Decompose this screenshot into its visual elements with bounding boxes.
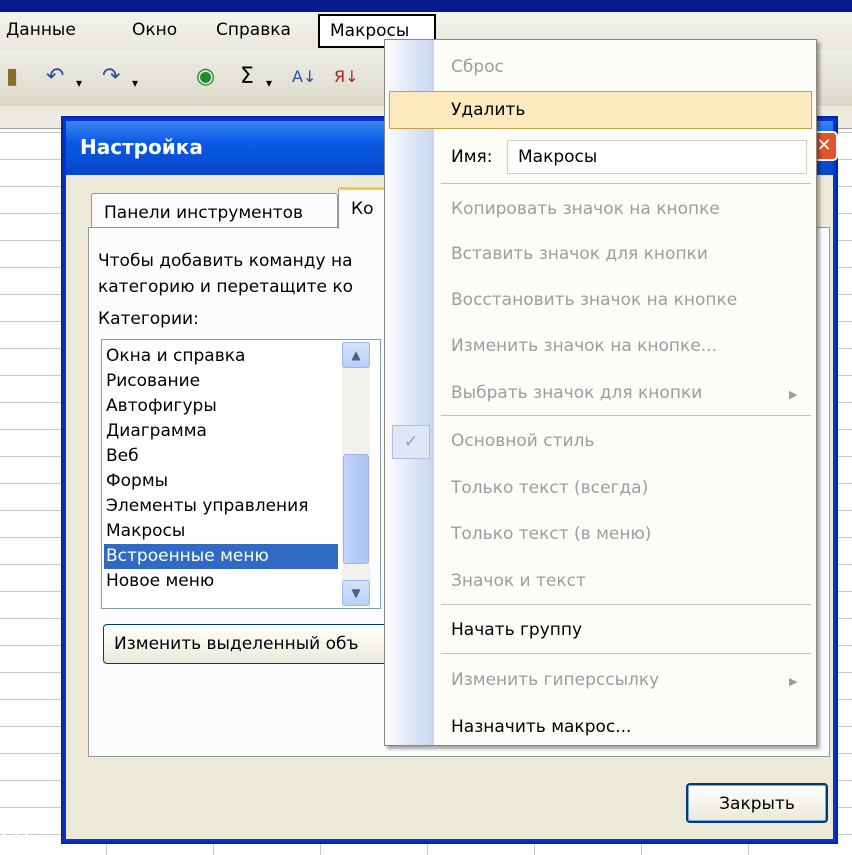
pencil-icon[interactable]: ▮ [6,64,18,90]
listbox-scrollbar[interactable]: ▲ ▼ [342,342,370,606]
undo-dropdown-icon[interactable]: ▾ [76,70,82,96]
list-item[interactable]: Диаграмма [106,419,336,444]
instruction-line-1: Чтобы добавить команду на [98,251,353,271]
menu-item-reset[interactable]: Сброс [451,57,504,77]
list-item[interactable]: Элементы управления [106,494,336,519]
name-field[interactable]: Макросы [507,140,807,174]
undo-icon[interactable]: ↶ [46,64,64,90]
menu-item-default-style[interactable]: Основной стиль [451,431,594,451]
menu-separator [441,653,811,654]
close-button-label: Закрыть [719,794,795,814]
tab-toolbars[interactable]: Панели инструментов [91,193,338,229]
menu-data[interactable]: Данные [6,20,76,40]
menu-separator [441,604,811,605]
dialog-title: Настройка [80,135,203,159]
menu-item-text-only-menu[interactable]: Только текст (в меню) [451,524,651,544]
close-button[interactable]: Закрыть [686,783,828,823]
menu-item-text-only-always[interactable]: Только текст (всегда) [451,478,648,498]
menu-macros-label: Макросы [330,21,410,41]
scrollbar-thumb[interactable] [343,454,369,564]
redo-icon[interactable]: ↷ [102,64,120,90]
hyperlink-icon[interactable]: ◉ [196,64,215,90]
categories-label: Категории: [98,309,199,329]
menu-separator [441,183,811,184]
scroll-down-icon[interactable]: ▼ [342,580,370,606]
checkmark-icon: ✓ [392,425,430,459]
menu-item-image-and-text[interactable]: Значок и текст [451,571,586,591]
list-item-selected[interactable]: Встроенные меню [104,544,338,569]
autosum-icon[interactable]: Σ [240,64,254,90]
modify-selection-label: Изменить выделенный объ [114,634,359,654]
scroll-up-icon[interactable]: ▲ [342,342,370,368]
menu-item-edit-hyperlink[interactable]: Изменить гиперссылку [451,670,659,690]
sort-descending-icon[interactable]: Я↓ [334,64,359,90]
slide-text-fragment: КТ [0,812,35,842]
menu-help[interactable]: Справка [216,20,291,40]
menu-separator [441,415,811,416]
menu-item-edit-icon[interactable]: Изменить значок на кнопке... [451,336,717,356]
name-field-value: Макросы [518,147,598,167]
list-item[interactable]: Макросы [106,519,336,544]
sort-ascending-icon[interactable]: A↓ [292,64,316,90]
list-item[interactable]: Окна и справка [106,344,336,369]
tab-toolbars-label: Панели инструментов [104,203,304,223]
list-item[interactable]: Новое меню [106,569,336,594]
instruction-line-2: категорию и перетащите ко [98,277,354,297]
autosum-dropdown-icon[interactable]: ▾ [266,70,272,96]
menu-item-restore-icon[interactable]: Восстановить значок на кнопке [451,290,737,310]
list-item[interactable]: Автофигуры [106,394,336,419]
menu-item-delete-label: Удалить [451,100,526,120]
list-item[interactable]: Формы [106,469,336,494]
button-context-menu: Сброс Удалить Имя: Макросы Копировать зн… [384,39,817,746]
menu-item-paste-icon[interactable]: Вставить значок для кнопки [451,244,708,264]
submenu-arrow-icon: ▶ [789,675,798,688]
list-item[interactable]: Рисование [106,369,336,394]
name-label: Имя: [451,147,493,167]
menu-item-delete[interactable]: Удалить [389,91,812,129]
menu-item-choose-icon[interactable]: Выбрать значок для кнопки [451,383,702,403]
submenu-arrow-icon: ▶ [789,388,798,401]
redo-dropdown-icon[interactable]: ▾ [132,70,138,96]
tab-commands-label: Ко [351,199,374,219]
menu-item-assign-macro[interactable]: Назначить макрос... [451,717,631,737]
menu-icon-gutter [385,40,434,745]
categories-listbox[interactable]: Окна и справка Рисование Автофигуры Диаг… [101,339,381,609]
list-item[interactable]: Веб [106,444,336,469]
menu-item-copy-icon[interactable]: Копировать значок на кнопке [451,199,720,219]
modify-selection-button[interactable]: Изменить выделенный объ [103,624,423,664]
menu-item-begin-group[interactable]: Начать группу [451,620,582,640]
menu-window[interactable]: Окно [132,20,177,40]
